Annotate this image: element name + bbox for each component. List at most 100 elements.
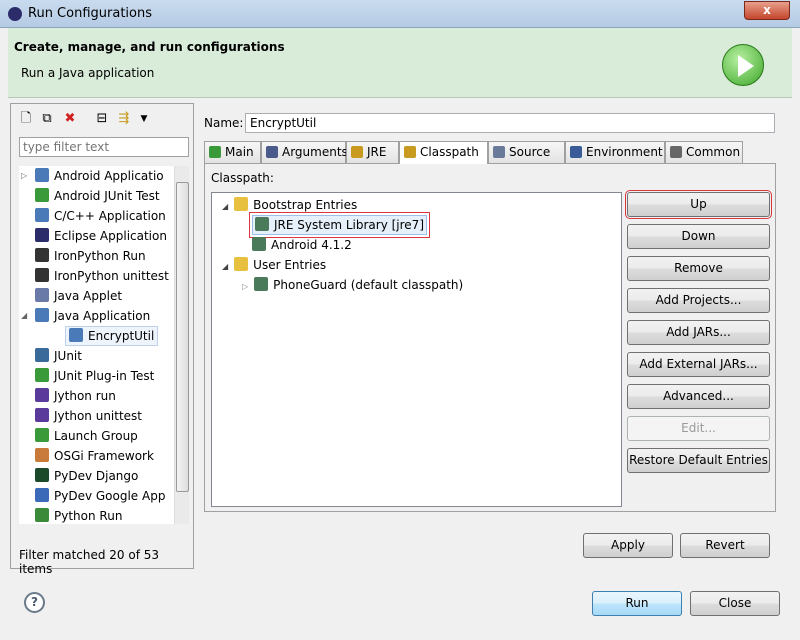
configuration-item[interactable]: ◢ Java Application xyxy=(21,306,150,326)
view-menu-icon[interactable]: ▼ xyxy=(135,110,153,128)
filter-icon[interactable]: ⇶ xyxy=(115,110,133,128)
close-window-button[interactable]: x xyxy=(744,1,790,20)
main-tab-icon xyxy=(209,146,221,158)
configuration-label: PyDev Google App xyxy=(54,489,166,503)
configuration-item[interactable]: JUnit xyxy=(21,346,82,366)
expand-arrow-icon[interactable]: ◢ xyxy=(21,306,27,326)
tab-label: Classpath xyxy=(420,145,479,159)
help-icon[interactable]: ? xyxy=(24,592,45,613)
collapse-all-icon[interactable]: ⊟ xyxy=(93,110,111,128)
configuration-label: Android JUnit Test xyxy=(54,189,160,203)
configuration-label: C/C++ Application xyxy=(54,209,166,223)
name-label: Name: xyxy=(204,116,244,130)
configuration-label: Eclipse Application xyxy=(54,229,167,243)
entry-label: User Entries xyxy=(253,258,327,272)
configuration-type-icon xyxy=(35,268,49,282)
tab-arguments[interactable]: Arguments xyxy=(261,141,348,163)
edit-button[interactable]: Edit... xyxy=(627,416,770,441)
configuration-item[interactable]: PyDev Google App xyxy=(21,486,165,506)
configuration-type-icon xyxy=(35,188,49,202)
configuration-item[interactable]: ▷ Android Applicatio xyxy=(21,166,164,186)
configuration-item[interactable]: PyDev Django xyxy=(21,466,138,486)
configuration-type-icon xyxy=(35,208,49,222)
scrollbar-thumb[interactable] xyxy=(176,182,189,492)
new-configuration-icon[interactable]: 🗋 xyxy=(17,110,35,128)
configuration-item[interactable]: Jython run xyxy=(21,386,116,406)
configuration-tree: ▷ Android Applicatio Android JUnit Test C/C… xyxy=(19,166,189,524)
advanced-button[interactable]: Advanced... xyxy=(627,384,770,409)
dialog-header: Create, manage, and run configurations R… xyxy=(8,28,792,98)
configuration-item[interactable]: IronPython Run xyxy=(21,246,146,266)
library-icon xyxy=(252,237,266,251)
configuration-item[interactable]: Android JUnit Test xyxy=(21,186,160,206)
configuration-item[interactable]: OSGi Framework xyxy=(21,446,154,466)
delete-icon[interactable]: ✖ xyxy=(61,110,79,128)
tab-jre[interactable]: JRE xyxy=(346,141,399,163)
expand-arrow-icon[interactable]: ▷ xyxy=(242,282,248,291)
configuration-type-icon xyxy=(35,388,49,402)
configuration-item[interactable]: Launch Group xyxy=(21,426,138,446)
configuration-item[interactable]: Python Run xyxy=(21,506,122,524)
down-button[interactable]: Down xyxy=(627,224,770,249)
restore-default-entries-button[interactable]: Restore Default Entries xyxy=(627,448,770,473)
collapse-arrow-icon[interactable]: ◢ xyxy=(222,262,228,271)
window-title: Run Configurations xyxy=(28,6,152,21)
add-external-jars-button[interactable]: Add External JARs... xyxy=(627,352,770,377)
vertical-scrollbar[interactable] xyxy=(174,166,189,524)
tab-classpath[interactable]: Classpath xyxy=(399,141,488,164)
configuration-type-icon xyxy=(35,308,49,322)
entry-label: PhoneGuard (default classpath) xyxy=(273,278,464,292)
classpath-folder-icon xyxy=(234,257,249,271)
classpath-tree[interactable]: ◢ Bootstrap Entries JRE System Library [jr… xyxy=(211,192,622,507)
filter-status: Filter matched 20 of 53 items xyxy=(19,548,160,576)
collapse-arrow-icon[interactable]: ◢ xyxy=(222,202,228,211)
configuration-item[interactable]: Java Applet xyxy=(21,286,122,306)
classpath-entry[interactable]: JRE System Library [jre7] xyxy=(249,212,430,238)
configuration-label: OSGi Framework xyxy=(54,449,154,463)
add-jars-button[interactable]: Add JARs... xyxy=(627,320,770,345)
classpath-entry[interactable]: ▷ PhoneGuard (default classpath) xyxy=(242,275,463,295)
configuration-type-icon xyxy=(35,368,49,382)
tab-label: Environment xyxy=(586,145,663,159)
run-button[interactable]: Run xyxy=(592,591,682,616)
duplicate-icon[interactable]: ⧉ xyxy=(38,110,56,128)
configuration-label: Launch Group xyxy=(54,429,138,443)
configuration-item[interactable]: Eclipse Application xyxy=(21,226,167,246)
configuration-type-icon xyxy=(35,168,49,182)
tab-source[interactable]: Source xyxy=(488,141,565,163)
configuration-item[interactable]: IronPython unittest xyxy=(21,266,169,286)
configuration-item[interactable]: EncryptUtil xyxy=(65,326,159,346)
configuration-label: Jython unittest xyxy=(54,409,143,423)
expand-arrow-icon[interactable]: ▷ xyxy=(21,166,27,186)
configuration-label: PyDev Django xyxy=(54,469,139,483)
configuration-item[interactable]: Jython unittest xyxy=(21,406,142,426)
configuration-label: JUnit Plug-in Test xyxy=(54,369,155,383)
tab-environment[interactable]: Environment xyxy=(565,141,665,163)
configuration-type-icon xyxy=(35,408,49,422)
add-projects-button[interactable]: Add Projects... xyxy=(627,288,770,313)
arguments-tab-icon xyxy=(266,146,278,158)
classpath-tab-icon xyxy=(404,146,416,158)
configuration-label: IronPython unittest xyxy=(54,269,169,283)
up-button[interactable]: Up xyxy=(625,190,772,219)
tab-main[interactable]: Main xyxy=(204,141,261,163)
configuration-type-icon xyxy=(35,508,49,522)
remove-button[interactable]: Remove xyxy=(627,256,770,281)
revert-button[interactable]: Revert xyxy=(680,533,770,558)
close-button[interactable]: Close xyxy=(690,591,780,616)
tab-common[interactable]: Common xyxy=(665,141,743,163)
configuration-label: Java Application xyxy=(54,309,151,323)
library-icon xyxy=(255,217,269,231)
configuration-item[interactable]: JUnit Plug-in Test xyxy=(21,366,154,386)
configuration-item[interactable]: C/C++ Application xyxy=(21,206,166,226)
apply-button[interactable]: Apply xyxy=(583,533,673,558)
environment-tab-icon xyxy=(570,146,582,158)
filter-input[interactable] xyxy=(19,137,189,157)
classpath-entry[interactable]: Android 4.1.2 xyxy=(252,235,352,255)
name-input[interactable] xyxy=(245,113,775,133)
classpath-group[interactable]: ◢ Bootstrap Entries xyxy=(222,195,357,215)
header-subtitle: Run a Java application xyxy=(21,66,155,80)
title-bar: Run Configurations x xyxy=(0,0,800,28)
header-title: Create, manage, and run configurations xyxy=(14,40,285,54)
classpath-group[interactable]: ◢ User Entries xyxy=(222,255,326,275)
